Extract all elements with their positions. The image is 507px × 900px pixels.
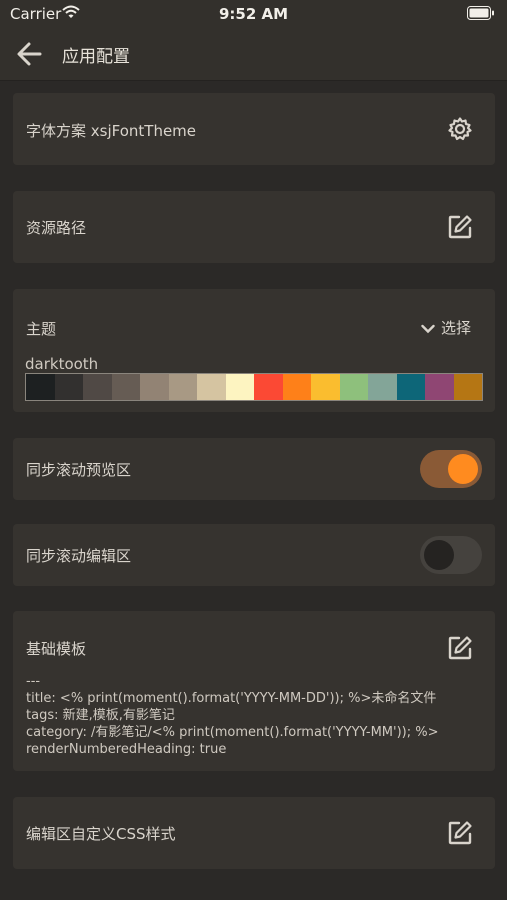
color-swatch bbox=[368, 374, 397, 400]
theme-label: 主题 bbox=[26, 320, 57, 338]
color-swatch bbox=[225, 374, 254, 400]
resource-path-row[interactable]: 资源路径 bbox=[13, 191, 495, 263]
font-scheme-label: 字体方案 xsjFontTheme bbox=[26, 122, 197, 140]
chevron-down-icon bbox=[421, 320, 435, 338]
color-swatch bbox=[282, 374, 311, 400]
back-arrow-icon bbox=[17, 42, 42, 66]
color-swatch bbox=[339, 374, 368, 400]
color-swatch bbox=[396, 374, 425, 400]
resource-path-label: 资源路径 bbox=[26, 219, 87, 237]
edit-icon[interactable] bbox=[447, 214, 473, 240]
edit-icon[interactable] bbox=[447, 635, 473, 661]
color-swatch bbox=[54, 374, 83, 400]
status-bar: Carrier 9:52 AM bbox=[0, 0, 507, 28]
font-scheme-row[interactable]: 字体方案 xsjFontTheme bbox=[13, 93, 495, 165]
base-template-row[interactable]: 基础模板 --- title: <% print(moment().format… bbox=[13, 611, 495, 771]
color-swatch bbox=[311, 374, 340, 400]
sync-editor-label: 同步滚动编辑区 bbox=[26, 547, 132, 565]
sync-preview-row: 同步滚动预览区 bbox=[13, 438, 495, 500]
color-swatch bbox=[111, 374, 140, 400]
page-title: 应用配置 bbox=[62, 47, 130, 67]
color-swatch bbox=[425, 374, 454, 400]
status-time: 9:52 AM bbox=[218, 5, 289, 23]
theme-select-label: 选择 bbox=[440, 319, 471, 337]
sync-editor-toggle[interactable] bbox=[420, 536, 482, 574]
navigation-bar: 应用配置 bbox=[0, 28, 507, 81]
theme-row: 主题 选择 darktooth bbox=[13, 289, 495, 412]
sync-preview-toggle[interactable] bbox=[420, 450, 482, 488]
custom-css-label: 编辑区自定义CSS样式 bbox=[26, 825, 176, 843]
sync-preview-label: 同步滚动预览区 bbox=[26, 461, 132, 479]
color-swatch bbox=[83, 374, 112, 400]
back-button[interactable] bbox=[14, 38, 46, 70]
color-swatch bbox=[140, 374, 169, 400]
color-swatch bbox=[197, 374, 226, 400]
sync-editor-row: 同步滚动编辑区 bbox=[13, 524, 495, 586]
theme-select-button[interactable]: 选择 bbox=[421, 317, 471, 338]
battery-icon bbox=[467, 6, 495, 24]
toggle-knob bbox=[448, 454, 478, 484]
base-template-content: --- title: <% print(moment().format('YYY… bbox=[26, 674, 439, 757]
edit-icon[interactable] bbox=[447, 820, 473, 846]
base-template-label: 基础模板 bbox=[26, 640, 87, 658]
color-swatch bbox=[254, 374, 283, 400]
custom-css-row[interactable]: 编辑区自定义CSS样式 bbox=[13, 797, 495, 869]
theme-name: darktooth bbox=[25, 355, 99, 373]
toggle-knob bbox=[424, 540, 454, 570]
color-swatch bbox=[168, 374, 197, 400]
theme-color-palette bbox=[25, 373, 483, 401]
color-swatch bbox=[453, 374, 482, 400]
gear-icon[interactable] bbox=[447, 116, 473, 142]
color-swatch bbox=[26, 374, 55, 400]
